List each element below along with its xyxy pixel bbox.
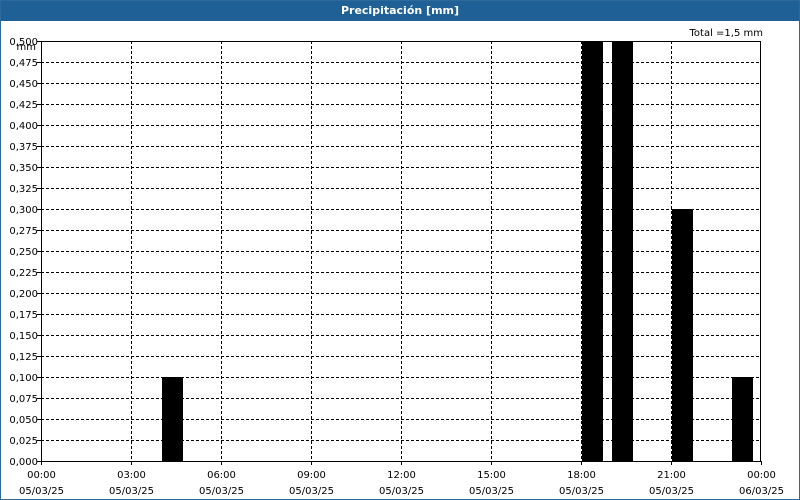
y-tick-label: 0,475 [9, 58, 38, 69]
x-tick-time: 06:00 [207, 470, 236, 481]
x-tick-date: 05/03/25 [109, 486, 154, 497]
y-tick-label: 0,400 [9, 121, 38, 132]
y-tick-label: 0,050 [9, 415, 38, 426]
grid-layer [41, 41, 761, 461]
y-tick-label: 0,275 [9, 226, 38, 237]
y-tick-label: 0,000 [9, 457, 38, 468]
x-tick-date: 05/03/25 [559, 486, 604, 497]
y-tick-label: 0,225 [9, 268, 38, 279]
y-tick-label: 0,100 [9, 373, 38, 384]
y-tick-label: 0,425 [9, 100, 38, 111]
y-tick-label: 0,300 [9, 205, 38, 216]
precip-bar [672, 209, 693, 461]
y-tick-label: 0,150 [9, 331, 38, 342]
label-layer: 0,000 0,025 0,050 0,075 0,100 0,125 0,150 0,175… [9, 37, 784, 497]
axis-layer [37, 41, 762, 465]
x-tick-time: 21:00 [657, 470, 686, 481]
x-tick-date: 05/03/25 [289, 486, 334, 497]
precip-bar [162, 377, 183, 461]
x-tick-time: 09:00 [297, 470, 326, 481]
y-tick-label: 0,450 [9, 79, 38, 90]
x-tick-date: 06/03/25 [739, 486, 784, 497]
precip-bar [612, 41, 633, 461]
y-tick-label: 0,125 [9, 352, 38, 363]
precip-bar [732, 377, 753, 461]
precip-bar [582, 41, 603, 461]
x-tick-date: 05/03/25 [199, 486, 244, 497]
x-tick-date: 05/03/25 [19, 486, 64, 497]
y-tick-label: 0,175 [9, 310, 38, 321]
y-tick-label: 0,375 [9, 142, 38, 153]
y-tick-label: 0,250 [9, 247, 38, 258]
x-tick-time: 18:00 [567, 470, 596, 481]
y-tick-label: 0,025 [9, 436, 38, 447]
y-tick-label: 0,200 [9, 289, 38, 300]
x-tick-time: 00:00 [747, 470, 776, 481]
y-tick-label: 0,350 [9, 163, 38, 174]
x-tick-date: 05/03/25 [379, 486, 424, 497]
x-tick-time: 15:00 [477, 470, 506, 481]
x-tick-time: 03:00 [117, 470, 146, 481]
precipitation-chart: 0,000 0,025 0,050 0,075 0,100 0,125 0,150 0,175… [9, 37, 784, 497]
y-tick-label: 0,325 [9, 184, 38, 195]
x-tick-date: 05/03/25 [469, 486, 514, 497]
x-tick-time: 12:00 [387, 470, 416, 481]
x-tick-date: 05/03/25 [649, 486, 694, 497]
y-tick-label: 0,075 [9, 394, 38, 405]
x-tick-time: 00:00 [27, 470, 56, 481]
y-axis-label: mm [17, 42, 36, 53]
